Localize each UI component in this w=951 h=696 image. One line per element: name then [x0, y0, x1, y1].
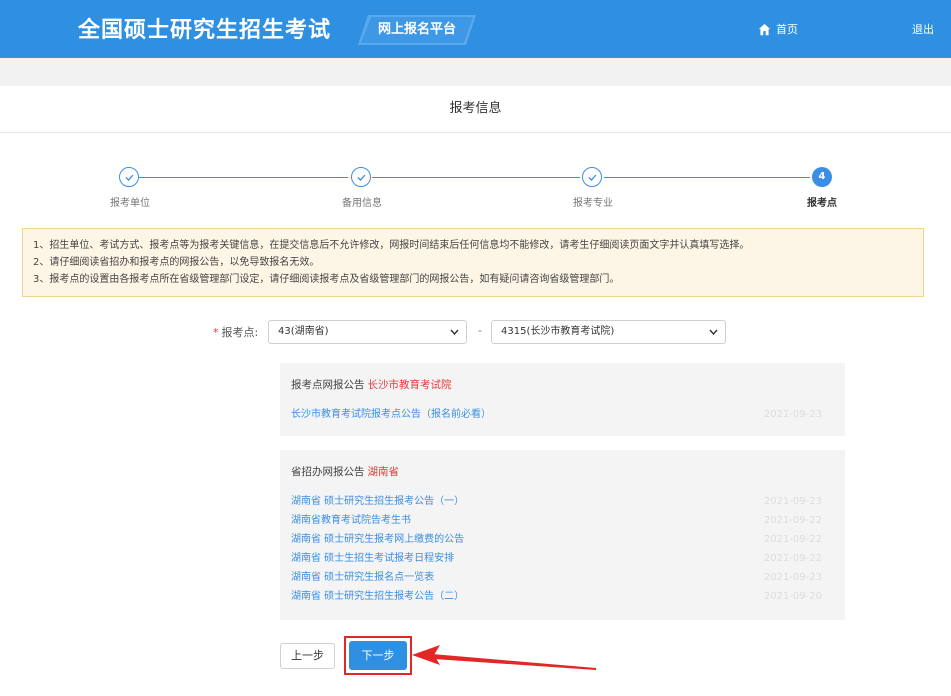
announcement-link[interactable]: 湖南省 硕士研究生招生报考公告（二）: [291, 591, 464, 602]
province-select-value: 43(湖南省): [278, 326, 329, 337]
step-2-check-icon: [351, 167, 371, 187]
home-label: 首页: [776, 21, 798, 37]
site-title: 全国硕士研究生招生考试: [78, 12, 331, 44]
announcement-item[interactable]: 湖南省 硕士研究生报考网上缴费的公告 2021-09-22: [291, 532, 834, 548]
step-4-number: 4: [812, 167, 832, 187]
site-announcement-box: 报考点网报公告长沙市教育考试院 长沙市教育考试院报考点公告（报名前必看） 202…: [280, 363, 845, 436]
announcement-link[interactable]: 湖南省教育考试院告考生书: [291, 515, 411, 526]
province-select[interactable]: 43(湖南省): [268, 320, 467, 344]
exam-site-select-value: 4315(长沙市教育考试院): [501, 326, 614, 337]
announcement-date: 2021-09-22: [764, 551, 822, 567]
announcement-date: 2021-09-23: [764, 494, 822, 510]
step-connector: [372, 177, 580, 178]
province-announcement-box: 省招办网报公告湖南省 湖南省 硕士研究生招生报考公告（一） 2021-09-23…: [280, 450, 845, 620]
step-connector: [604, 177, 810, 178]
platform-label: 网上报名平台: [358, 15, 476, 45]
chevron-down-icon: [709, 329, 718, 335]
announcement-item[interactable]: 湖南省 硕士生招生考试报考日程安排 2021-09-22: [291, 551, 834, 567]
next-step-button[interactable]: 下一步: [349, 641, 407, 670]
annotation-arrow-icon: [410, 640, 602, 670]
announcement-item[interactable]: 湖南省教育考试院告考生书 2021-09-22: [291, 513, 834, 529]
announcement-date: 2021-09-23: [764, 407, 822, 423]
notice-box: 1、招生单位、考试方式、报考点等为报考关键信息，在提交信息后不允许修改，网报时间…: [22, 228, 924, 297]
step-label-backup-info: 备用信息: [342, 194, 382, 209]
exam-site-label-text: 报考点:: [222, 326, 259, 339]
site-announcement-title: 报考点网报公告: [291, 379, 365, 391]
province-announcement-region: 湖南省: [368, 466, 400, 478]
step-1-check-icon: [119, 167, 139, 187]
notice-line: 3、报考点的设置由各报考点所在省级管理部门设定，请仔细阅读报考点及省级管理部门的…: [33, 271, 923, 288]
announcement-date: 2021-09-20: [764, 589, 822, 605]
province-announcement-header: 省招办网报公告湖南省: [291, 464, 399, 479]
site-announcement-header: 报考点网报公告长沙市教育考试院: [291, 377, 452, 392]
platform-badge: 网上报名平台: [358, 15, 476, 45]
site-announcement-region: 长沙市教育考试院: [368, 379, 452, 391]
notice-line: 1、招生单位、考试方式、报考点等为报考关键信息，在提交信息后不允许修改，网报时间…: [33, 237, 923, 254]
announcement-link[interactable]: 湖南省 硕士研究生招生报考公告（一）: [291, 496, 464, 507]
step-label-exam-site: 报考点: [807, 194, 837, 209]
announcement-link[interactable]: 湖南省 硕士研究生报考网上缴费的公告: [291, 534, 464, 545]
step-label-unit: 报考单位: [110, 194, 150, 209]
step-connector: [139, 177, 348, 178]
announcement-link[interactable]: 长沙市教育考试院报考点公告（报名前必看）: [291, 409, 491, 420]
announcement-date: 2021-09-22: [764, 532, 822, 548]
announcement-item[interactable]: 长沙市教育考试院报考点公告（报名前必看） 2021-09-23: [291, 407, 834, 423]
home-link[interactable]: 首页: [758, 21, 798, 37]
announcement-link[interactable]: 湖南省 硕士研究生报名点一览表: [291, 572, 434, 583]
province-announcement-title: 省招办网报公告: [291, 466, 365, 478]
announcement-date: 2021-09-23: [764, 570, 822, 586]
announcement-item[interactable]: 湖南省 硕士研究生报名点一览表 2021-09-23: [291, 570, 834, 586]
home-icon: [758, 23, 771, 36]
notice-line: 2、请仔细阅读省招办和报考点的网报公告，以免导致报名无效。: [33, 254, 923, 271]
required-mark: *: [213, 326, 219, 339]
exam-site-label: *报考点:: [213, 324, 258, 340]
announcement-date: 2021-09-22: [764, 513, 822, 529]
top-header: 全国硕士研究生招生考试 网上报名平台 首页 退出: [0, 0, 951, 58]
select-separator: -: [478, 324, 482, 337]
announcement-item[interactable]: 湖南省 硕士研究生招生报考公告（二） 2021-09-20: [291, 589, 834, 605]
logout-link[interactable]: 退出: [912, 21, 934, 37]
chevron-down-icon: [450, 329, 459, 335]
previous-step-button[interactable]: 上一步: [280, 643, 335, 669]
panel-title: 报考信息: [0, 86, 951, 133]
step-label-major: 报考专业: [573, 194, 613, 209]
announcement-item[interactable]: 湖南省 硕士研究生招生报考公告（一） 2021-09-23: [291, 494, 834, 510]
step-3-check-icon: [582, 167, 602, 187]
exam-site-select[interactable]: 4315(长沙市教育考试院): [491, 320, 726, 344]
announcement-link[interactable]: 湖南省 硕士生招生考试报考日程安排: [291, 553, 454, 564]
